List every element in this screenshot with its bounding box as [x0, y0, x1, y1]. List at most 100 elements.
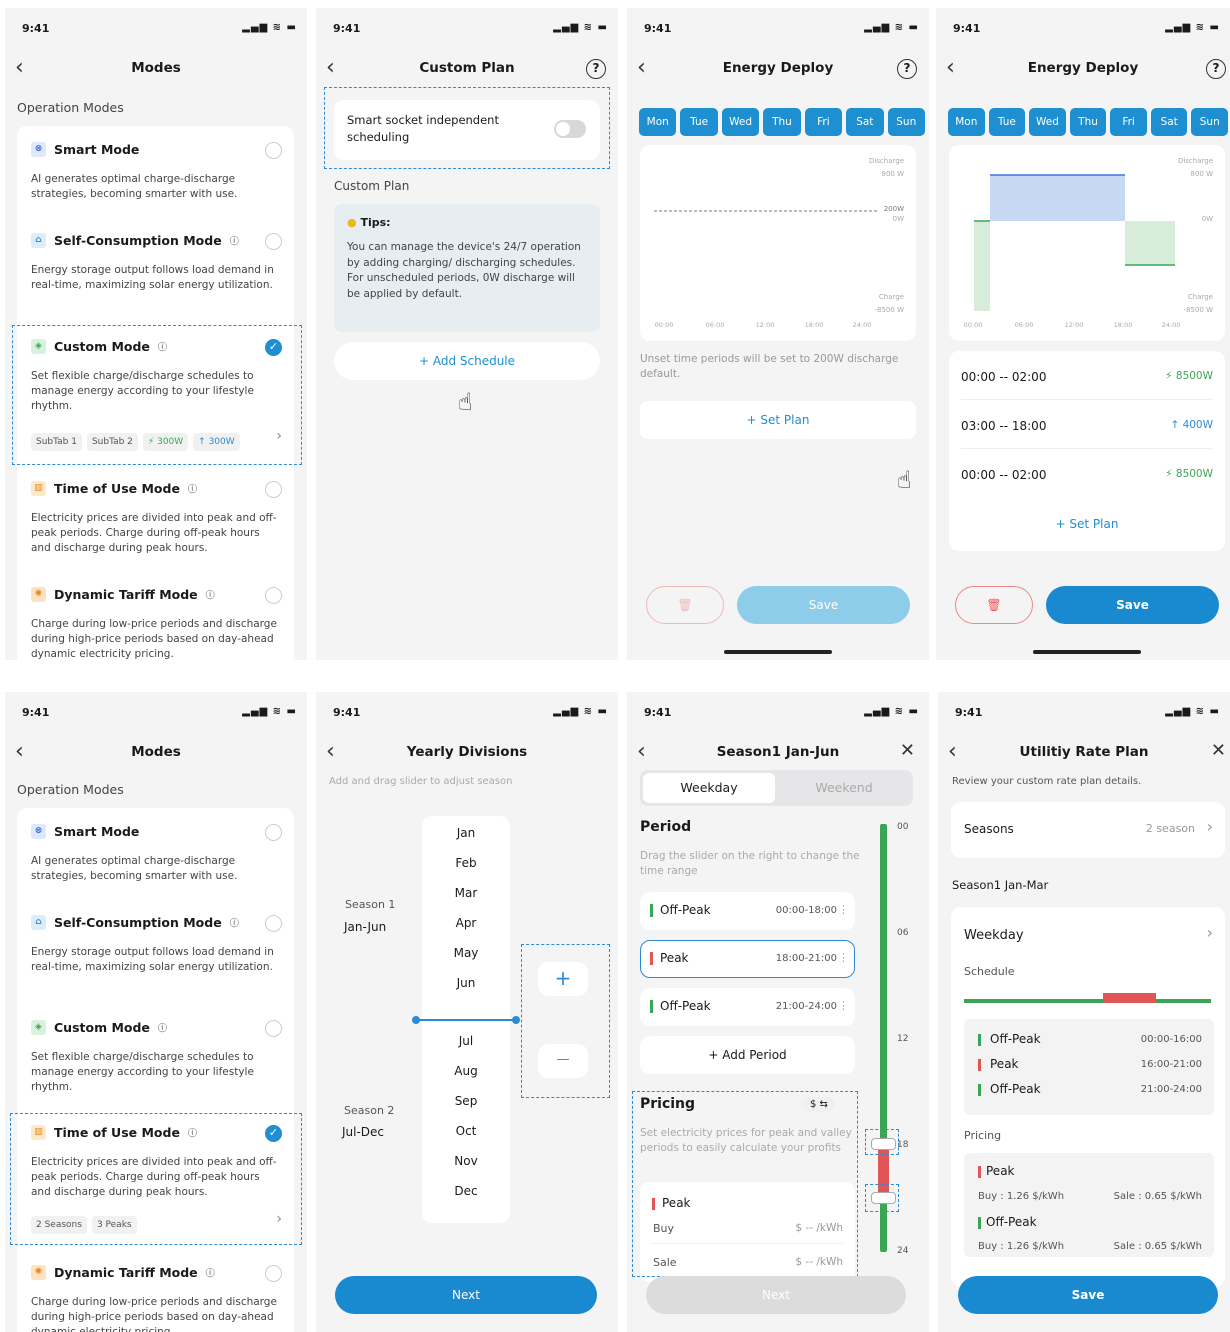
- mode-smart[interactable]: ⊗ Smart Mode: [31, 824, 139, 839]
- help-icon[interactable]: ?: [897, 59, 917, 79]
- highlight-box: [324, 87, 610, 169]
- more-icon[interactable]: ⋮: [838, 903, 849, 916]
- tab-sat[interactable]: Sat: [1150, 108, 1188, 136]
- period-row-selected[interactable]: Peak 18:00-21:00 ⋮: [640, 940, 855, 978]
- set-plan-button[interactable]: + Set Plan: [949, 517, 1225, 531]
- radio-smart[interactable]: [265, 824, 282, 841]
- back-icon[interactable]: ‹: [15, 54, 24, 82]
- x-tick: 00:00: [964, 321, 983, 329]
- more-icon[interactable]: ⋮: [838, 951, 849, 964]
- save-button-disabled[interactable]: Save: [737, 586, 910, 624]
- add-schedule-button[interactable]: + Add Schedule: [334, 342, 600, 380]
- tab-weekday[interactable]: Weekday: [643, 773, 775, 803]
- nav-bar: ‹ Custom Plan?: [316, 54, 618, 84]
- chevron-right-icon[interactable]: ›: [1207, 923, 1213, 942]
- tab-sun[interactable]: Sun: [1191, 108, 1229, 136]
- mode-tou[interactable]: ▥ Time of Use Mode ⓘ: [31, 481, 197, 496]
- info-icon[interactable]: ⓘ: [206, 1266, 215, 1279]
- peak-marker: [978, 1059, 981, 1071]
- info-icon[interactable]: ⓘ: [188, 482, 197, 495]
- close-icon[interactable]: ✕: [900, 740, 915, 761]
- month-jul: Jul: [458, 1034, 474, 1048]
- tab-sat[interactable]: Sat: [846, 108, 884, 136]
- save-button[interactable]: Save: [958, 1276, 1218, 1314]
- tab-weekend[interactable]: Weekend: [778, 773, 910, 803]
- delete-button[interactable]: 🗑: [955, 586, 1033, 624]
- mode-custom[interactable]: ◈ Custom Mode ⓘ: [31, 1020, 167, 1035]
- mode-dyn[interactable]: ✺ Dynamic Tariff Mode ⓘ: [31, 587, 215, 602]
- row-name: Off-Peak: [990, 1082, 1041, 1096]
- slider-handle[interactable]: [412, 1016, 420, 1024]
- info-icon[interactable]: ⓘ: [230, 234, 239, 247]
- tab-fri[interactable]: Fri: [1110, 108, 1147, 136]
- day-tabs: Mon Tue Wed Thu Fri Sat Sun: [948, 108, 1229, 136]
- set-plan-button[interactable]: + Set Plan: [640, 401, 916, 439]
- mode-smart[interactable]: ⊗ Smart Mode: [31, 142, 139, 157]
- nav-bar: ‹ Yearly Divisions: [316, 738, 618, 768]
- tab-mon[interactable]: Mon: [639, 108, 677, 136]
- add-period-button[interactable]: + Add Period: [640, 1036, 855, 1074]
- slider-handle[interactable]: [512, 1016, 520, 1024]
- info-icon[interactable]: ⓘ: [206, 588, 215, 601]
- help-icon[interactable]: ?: [1206, 59, 1226, 79]
- tab-wed[interactable]: Wed: [721, 108, 760, 136]
- radio-smart[interactable]: [265, 142, 282, 159]
- close-icon[interactable]: ✕: [1211, 740, 1226, 761]
- save-button[interactable]: Save: [1046, 586, 1219, 624]
- period-row[interactable]: Off-Peak 00:00-18:00 ⋮: [640, 892, 855, 930]
- radio-tou[interactable]: [265, 481, 282, 498]
- more-icon[interactable]: ⋮: [838, 999, 849, 1012]
- add-season-button[interactable]: +: [538, 962, 588, 996]
- mode-name: Dynamic Tariff Mode: [54, 1265, 198, 1280]
- tab-wed[interactable]: Wed: [1029, 108, 1066, 136]
- info-icon[interactable]: ⓘ: [230, 916, 239, 929]
- energy-chart: Discharge 800 W 200W 0W Charge -8500 W 0…: [640, 145, 916, 341]
- tick-label: 18: [897, 1140, 909, 1150]
- status-icons: ▂▄▆ ≋ ▬: [1165, 706, 1220, 717]
- nav-bar: ‹ Energy Deploy?: [627, 54, 929, 84]
- period-row[interactable]: Off-Peak 21:00-24:00 ⋮: [640, 988, 855, 1026]
- seasons-row[interactable]: Seasons 2 season ›: [951, 802, 1225, 858]
- radio-dyn[interactable]: [265, 1265, 282, 1282]
- tab-sun[interactable]: Sun: [887, 108, 925, 136]
- radio-custom[interactable]: [265, 1020, 282, 1037]
- next-button-disabled[interactable]: Next: [646, 1276, 906, 1314]
- tab-mon[interactable]: Mon: [948, 108, 985, 136]
- radio-dyn[interactable]: [265, 587, 282, 604]
- mode-self[interactable]: ⌂ Self-Consumption Mode ⓘ: [31, 915, 239, 930]
- tab-tue[interactable]: Tue: [988, 108, 1026, 136]
- tab-tue[interactable]: Tue: [680, 108, 718, 136]
- radio-self[interactable]: [265, 915, 282, 932]
- mode-dyn[interactable]: ✺ Dynamic Tariff Mode ⓘ: [31, 1265, 215, 1280]
- y-bot-value: -8500 W: [875, 306, 905, 314]
- back-icon[interactable]: ‹: [946, 54, 955, 82]
- help-icon[interactable]: ?: [586, 59, 606, 79]
- season-slider[interactable]: [414, 1019, 518, 1021]
- period-time: 21:00-24:00: [775, 1001, 837, 1012]
- back-icon[interactable]: ‹: [326, 738, 335, 766]
- mode-self[interactable]: ⌂ Self-Consumption Mode ⓘ: [31, 233, 239, 248]
- plan-range[interactable]: 03:00 -- 18:00: [961, 419, 1046, 433]
- radio-self[interactable]: [265, 233, 282, 250]
- tab-thu[interactable]: Thu: [1069, 108, 1107, 136]
- chart-svg: Discharge 800 W 200W 0W Charge -8500 W 0…: [654, 157, 905, 329]
- back-icon[interactable]: ‹: [637, 54, 646, 82]
- tab-thu[interactable]: Thu: [763, 108, 801, 136]
- delete-button[interactable]: 🗑: [646, 586, 724, 624]
- row-name: Peak: [990, 1057, 1019, 1071]
- back-icon[interactable]: ‹: [15, 738, 24, 766]
- next-button[interactable]: Next: [335, 1276, 597, 1314]
- back-icon[interactable]: ‹: [326, 54, 335, 82]
- back-icon[interactable]: ‹: [637, 738, 646, 766]
- mode-name: Smart Mode: [54, 824, 140, 839]
- offpeak-marker: [978, 1034, 981, 1046]
- page-title: Modes: [131, 744, 181, 760]
- remove-season-button[interactable]: —: [538, 1044, 588, 1078]
- plan-range[interactable]: 00:00 -- 02:00: [961, 468, 1046, 482]
- status-time: 9:41: [333, 706, 361, 719]
- info-icon[interactable]: ⓘ: [158, 1021, 167, 1034]
- back-icon[interactable]: ‹: [948, 738, 957, 766]
- plan-range[interactable]: 00:00 -- 02:00: [961, 370, 1046, 384]
- tab-fri[interactable]: Fri: [804, 108, 843, 136]
- page-title: Modes: [131, 60, 181, 76]
